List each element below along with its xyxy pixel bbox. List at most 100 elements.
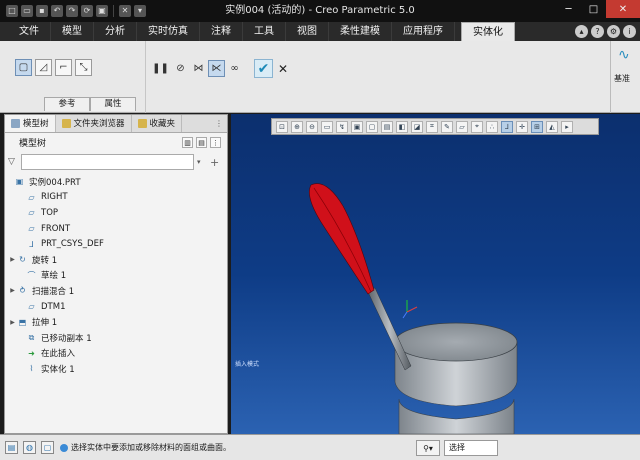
regenerate-icon[interactable]: ⟳ (81, 5, 93, 17)
save-icon[interactable]: ▪ (36, 5, 48, 17)
tab-tools[interactable]: 工具 (243, 22, 286, 41)
panel-options-icon[interactable]: ⋮ (215, 115, 227, 132)
remove-material-icon[interactable]: ◿ (35, 59, 52, 76)
folder-icon (61, 119, 71, 128)
tab-analysis[interactable]: 分析 (94, 22, 137, 41)
new-file-icon[interactable]: □ (6, 5, 18, 17)
tab-label: 收藏夹 (149, 118, 176, 129)
windows-icon[interactable]: ▣ (96, 5, 108, 17)
model-tree-header: 模型树 ▥ ▤ ⋮ (5, 133, 227, 152)
expand-arrow-icon[interactable]: ▶ (8, 319, 17, 326)
base-top-face (394, 322, 518, 362)
search-dropdown-icon[interactable]: ▾ (197, 158, 207, 166)
undo-icon[interactable]: ↶ (51, 5, 63, 17)
tree-item-revolve[interactable]: ▶ ↻ 旋转 1 (5, 252, 227, 268)
datum-plane-icon: ▱ (28, 302, 35, 312)
find-icon[interactable]: ⚲▾ (416, 440, 440, 456)
tab-properties[interactable]: 属性 (90, 97, 136, 111)
tab-flexible-modeling[interactable]: 柔性建模 (329, 22, 392, 41)
dashboard-tabs: 参考 属性 (44, 97, 136, 111)
tree-item-swept-blend[interactable]: ▶ ⥁ 扫描混合 1 (5, 283, 227, 299)
csys-icon: ⅃ (29, 239, 34, 249)
close-window-icon[interactable]: ✕ (119, 5, 131, 17)
add-filter-icon[interactable]: + (210, 156, 220, 169)
tree-item-label: 草绘 1 (41, 271, 67, 282)
datum-label: 基准 (614, 74, 630, 83)
tree-columns-icon[interactable]: ⋮ (210, 137, 221, 148)
part-icon: ▣ (15, 177, 24, 187)
info-icon[interactable]: i (623, 25, 636, 38)
tab-file[interactable]: 文件 (8, 22, 51, 41)
tree-item-front[interactable]: ▱ FRONT (5, 221, 227, 237)
tree-settings-icon[interactable]: ▤ (196, 137, 207, 148)
tab-model[interactable]: 模型 (51, 22, 94, 41)
tab-references[interactable]: 参考 (44, 97, 90, 111)
collapse-ribbon-icon[interactable]: ▴ (575, 25, 588, 38)
triad-x-axis (406, 306, 418, 313)
tab-applications[interactable]: 应用程序 (392, 22, 455, 41)
customize-dropdown-icon[interactable]: ▾ (134, 5, 146, 17)
expand-arrow-icon[interactable]: ▶ (8, 287, 17, 294)
datum-wave-icon[interactable]: ∿ (618, 47, 634, 63)
tab-solidify[interactable]: 实体化 (461, 22, 515, 41)
settings-icon[interactable]: ⚙ (607, 25, 620, 38)
tree-item-csys[interactable]: ⅃ PRT_CSYS_DEF (5, 236, 227, 252)
flip-direction-icon[interactable]: ⤡ (75, 59, 92, 76)
selection-filter[interactable]: 选择 (444, 440, 498, 456)
tree-item-top[interactable]: ▱ TOP (5, 205, 227, 221)
tree-item-extrude[interactable]: ▶ ⬒ 拉伸 1 (5, 314, 227, 330)
tab-favorites[interactable]: 收藏夹 (132, 115, 183, 132)
solidify-dashboard: ▢ ◿ ⌐ ⤡ ❚❚ ⊘ ⋈ ⋉ ∞ ✔ ✕ 参考 属性 ∿ 基准 (0, 41, 640, 113)
ok-checkmark-icon[interactable]: ✔ (254, 59, 273, 78)
ribbon-tab-bar: 文件 模型 分析 实时仿真 注释 工具 视图 柔性建模 应用程序 实体化 ▴ ?… (0, 22, 640, 41)
tree-item-dtm1[interactable]: ▱ DTM1 (5, 299, 227, 315)
tree-item-moved-copy[interactable]: ⧉ 已移动副本 1 (5, 330, 227, 346)
model-tree-title: 模型树 (19, 139, 47, 149)
tree-item-insert-here[interactable]: ➜ 在此插入 (5, 346, 227, 362)
revolve-icon: ↻ (19, 255, 26, 265)
tab-annotate[interactable]: 注释 (200, 22, 243, 41)
browser-toggle-icon[interactable]: ◍ (23, 441, 36, 454)
tree-item-right[interactable]: ▱ RIGHT (5, 190, 227, 206)
tab-folder-browser[interactable]: 文件夹浏览器 (56, 115, 132, 132)
maximize-button[interactable]: □ (581, 0, 606, 18)
tree-item-label: 在此插入 (41, 349, 76, 360)
graphics-window[interactable]: ⊡ ⊕ ⊖ ▭ ↯ ▣ ▢ ▤ ◧ ◪ ⌗ ✎ ▱ ⌖ ∴ ⅃ ✛ ⊞ ◭ ▸ (231, 114, 640, 434)
close-button[interactable]: ✕ (606, 0, 640, 18)
tab-live-simulation[interactable]: 实时仿真 (137, 22, 200, 41)
redo-icon[interactable]: ↷ (66, 5, 78, 17)
tree-filters-icon[interactable]: ▥ (182, 137, 193, 148)
viewport-mode-label: 插入模式 (235, 361, 260, 368)
preview-icon[interactable]: ⋈ (190, 60, 207, 77)
glasses-icon[interactable]: ∞ (226, 60, 243, 77)
tab-view[interactable]: 视图 (286, 22, 329, 41)
tree-item-label: RIGHT (41, 192, 68, 203)
expand-arrow-icon[interactable]: ▶ (8, 256, 17, 263)
tab-model-tree[interactable]: 模型树 (5, 115, 56, 132)
minimize-button[interactable]: ─ (556, 0, 581, 18)
tree-item-sketch[interactable]: ⌒ 草绘 1 (5, 268, 227, 284)
cancel-x-icon[interactable]: ✕ (276, 60, 290, 77)
fill-solid-icon[interactable]: ▢ (15, 59, 32, 76)
replace-surface-icon[interactable]: ⌐ (55, 59, 72, 76)
status-message: 选择实体中要添加或移除材料的面组或曲面。 (71, 443, 231, 452)
no-preview-icon[interactable]: ⊘ (172, 60, 189, 77)
tree-root[interactable]: ▣ 实例004.PRT (5, 174, 227, 190)
open-folder-icon[interactable]: ▭ (21, 5, 33, 17)
tab-label: 模型树 (23, 118, 49, 129)
quick-access-toolbar: □ ▭ ▪ ↶ ↷ ⟳ ▣ ✕ ▾ (0, 5, 146, 17)
tree-search-input[interactable] (21, 154, 194, 170)
tree-item-solidify[interactable]: ⌇ 实体化 1 (5, 361, 227, 377)
sketch-icon: ⌒ (27, 270, 36, 280)
navigator-toggle-icon[interactable]: ▤ (5, 441, 18, 454)
controls-group: ❚❚ ⊘ ⋈ ⋉ ∞ (146, 41, 260, 113)
tree-item-label: DTM1 (41, 301, 66, 312)
fullscreen-icon[interactable]: ▢ (41, 441, 54, 454)
solidify-icon: ⌇ (29, 364, 34, 374)
filter-icon[interactable]: ▽ (8, 157, 18, 167)
pause-icon[interactable]: ❚❚ (152, 60, 169, 77)
help-icon[interactable]: ? (591, 25, 604, 38)
tree-item-label: TOP (41, 207, 59, 218)
verify-icon[interactable]: ⋉ (208, 60, 225, 77)
window-controls: ─ □ ✕ (556, 0, 640, 18)
